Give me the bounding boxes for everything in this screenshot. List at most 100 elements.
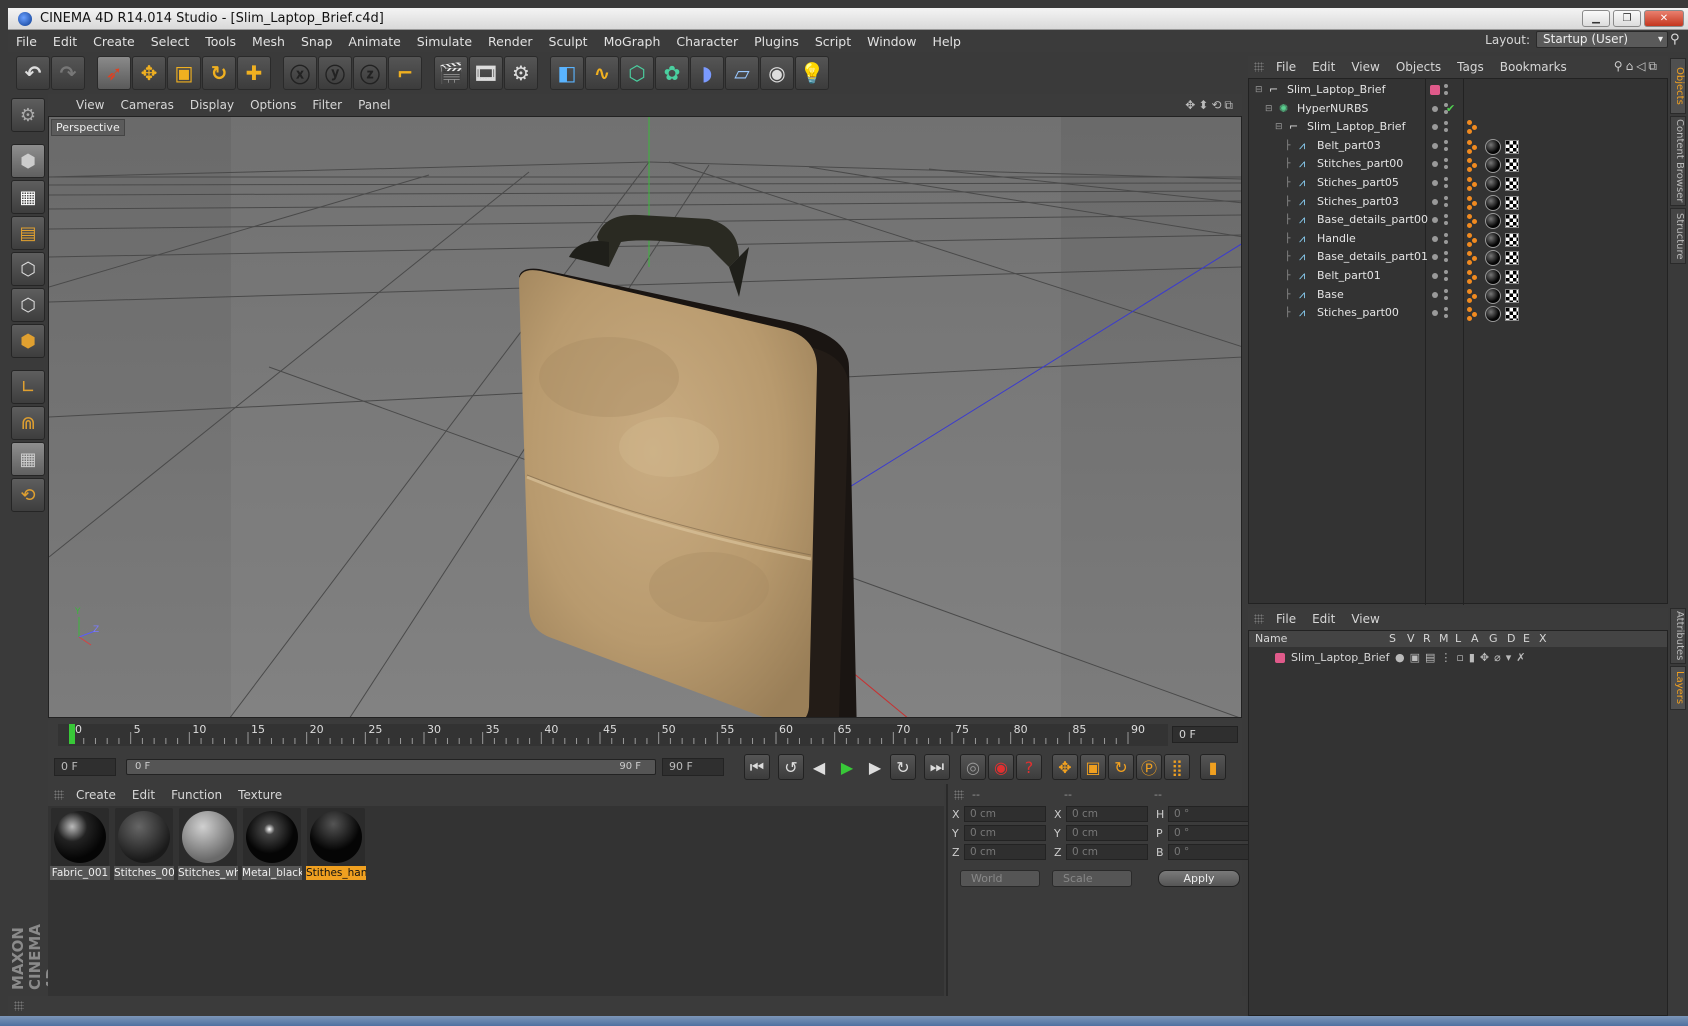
enabled-check-icon[interactable]: ✔ [1446,99,1455,119]
object-row[interactable]: ├ ⩘ Base [1249,285,1667,305]
workplane-mode-icon[interactable]: ▤ [11,216,45,250]
phong-tag-icon[interactable] [1467,139,1481,154]
key-pla-icon[interactable]: ⣿ [1164,754,1190,780]
menu-mograph[interactable]: MoGraph [596,34,669,49]
tree-expand-icon[interactable]: ⊟ [1265,99,1273,119]
material-tag-icon[interactable] [1485,157,1501,174]
layer-column-v[interactable]: V [1407,631,1415,647]
menu-simulate[interactable]: Simulate [409,34,480,49]
go-to-start-icon[interactable]: ⏮ [744,754,770,780]
current-frame-field[interactable]: 0 F [1172,726,1238,743]
timeline-ruler[interactable]: 0 5 10 15 20 25 30 35 40 45 50 55 60 65 70 75 80 85 90 0 F [48,720,1242,750]
layer-column-g[interactable]: G [1489,631,1498,647]
render-view-icon[interactable]: 🎬 [434,56,468,90]
render-to-picture-viewer-icon[interactable]: 🎞 [469,56,503,90]
object-name[interactable]: Base_details_part00 [1317,210,1428,230]
visibility-dots[interactable] [1430,139,1452,152]
material-preview[interactable] [243,808,301,866]
object-row[interactable]: ⊟ ✺ HyperNURBS ✔ [1249,99,1667,119]
material-tag-icon[interactable] [1485,176,1501,192]
menu-help[interactable]: Help [924,34,969,49]
object-name[interactable]: Slim_Laptop_Brief [1287,80,1385,100]
rotate-icon[interactable]: ↻ [202,56,236,90]
menu-create[interactable]: Create [85,34,143,49]
material-tag-icon[interactable] [1485,231,1501,248]
record-keys-icon[interactable]: ◎ [960,754,986,780]
uvw-tag-icon[interactable] [1505,139,1519,154]
phong-tag-icon[interactable] [1467,307,1481,322]
layer-name[interactable]: Slim_Laptop_Brief [1291,649,1389,667]
layer-column-m[interactable]: M [1439,631,1449,647]
coord-position-field[interactable]: 0 cm [964,825,1046,841]
layer-column-name[interactable]: Name [1255,631,1287,647]
layout-dropdown[interactable]: Startup (User) [1536,31,1668,48]
object-name[interactable]: Stitches_part00 [1317,154,1403,174]
uvw-tag-icon[interactable] [1505,270,1519,284]
layer-column-x[interactable]: X [1539,631,1547,647]
object-name[interactable]: Stiches_part03 [1317,192,1399,212]
phong-tag-icon[interactable] [1467,195,1481,210]
tab-content-browser[interactable]: Content Browser [1670,116,1686,206]
coord-rotation-field[interactable]: 0 ° [1168,806,1250,822]
keyframe-selection-icon[interactable]: ? [1016,754,1042,780]
uvw-tag-icon[interactable] [1505,177,1519,191]
menu-plugins[interactable]: Plugins [746,34,807,49]
phong-tag-icon[interactable] [1467,288,1481,303]
model-mode-icon[interactable]: ⬢ [11,144,45,178]
phong-tag-icon[interactable] [1467,214,1481,229]
object-row[interactable]: ├ ⩘ Belt_part01 [1249,266,1667,286]
array-icon[interactable]: ✿ [655,56,689,90]
material-preview[interactable] [51,808,109,866]
object-menu-tags[interactable]: Tags [1449,60,1492,74]
visibility-dots[interactable] [1430,214,1452,226]
material-tag-icon[interactable] [1485,213,1501,230]
move-icon[interactable]: ✥ [132,56,166,90]
object-name[interactable]: Base [1317,285,1344,305]
texture-mode-icon[interactable]: ▦ [11,180,45,214]
object-row[interactable]: ├ ⩘ Stitches_part00 [1249,154,1667,174]
tree-expand-icon[interactable]: ⊟ [1275,117,1283,137]
viewport-menu-view[interactable]: View [68,98,112,112]
layer-color-swatch[interactable] [1275,653,1285,663]
visibility-dots[interactable] [1430,84,1452,96]
menu-file[interactable]: File [8,34,45,49]
transform-mode-dropdown[interactable]: Scale [1052,870,1132,887]
menu-mesh[interactable]: Mesh [244,34,293,49]
uvw-tag-icon[interactable] [1505,251,1519,266]
phong-tag-icon[interactable] [1467,232,1481,247]
material-tag-icon[interactable] [1485,194,1501,211]
edges-mode-icon[interactable]: ⬡ [11,288,45,322]
live-selection-icon[interactable]: ➶ [97,56,131,90]
phong-tag-icon[interactable] [1467,177,1481,191]
search-icon[interactable]: ⚲ [1670,32,1684,47]
material-item[interactable]: Fabric_001 [50,808,110,994]
material-preview[interactable] [307,808,365,866]
material-item[interactable]: Metal_black [242,808,302,994]
object-row[interactable]: ├ ⩘ Base_details_part01 [1249,247,1667,267]
object-name[interactable]: Belt_part03 [1317,136,1381,156]
object-row[interactable]: ├ ⩘ Base_details_part00 [1249,210,1667,230]
tab-structure[interactable]: Structure [1670,208,1686,264]
coord-position-field[interactable]: 0 cm [964,806,1046,822]
menu-snap[interactable]: Snap [293,34,340,49]
object-name[interactable]: Stiches_part05 [1317,173,1399,193]
menu-sculpt[interactable]: Sculpt [541,34,596,49]
redo-icon[interactable]: ↷ [51,56,85,90]
object-menu-file[interactable]: File [1268,60,1304,74]
axis-mode-icon[interactable]: ∟ [11,370,45,404]
previous-frame-icon[interactable]: ◀ [806,754,832,780]
playhead[interactable] [69,724,75,744]
key-parameter-icon[interactable]: Ⓟ [1136,754,1162,780]
layer-column-a[interactable]: A [1471,631,1479,647]
material-menu-create[interactable]: Create [68,788,124,802]
add-object-icon[interactable]: ✚ [237,56,271,90]
object-row[interactable]: ⊟ ⌐ Slim_Laptop_Brief [1249,80,1667,100]
material-menu-function[interactable]: Function [163,788,230,802]
restore-button[interactable]: ❐ [1613,10,1641,27]
nurbs-icon[interactable]: ⬡ [620,56,654,90]
visibility-dots[interactable] [1430,307,1452,319]
object-row[interactable]: ├ ⩘ Handle [1249,229,1667,249]
viewport-menu-options[interactable]: Options [242,98,304,112]
object-name[interactable]: Handle [1317,229,1356,249]
viewport-menu-cameras[interactable]: Cameras [112,98,181,112]
